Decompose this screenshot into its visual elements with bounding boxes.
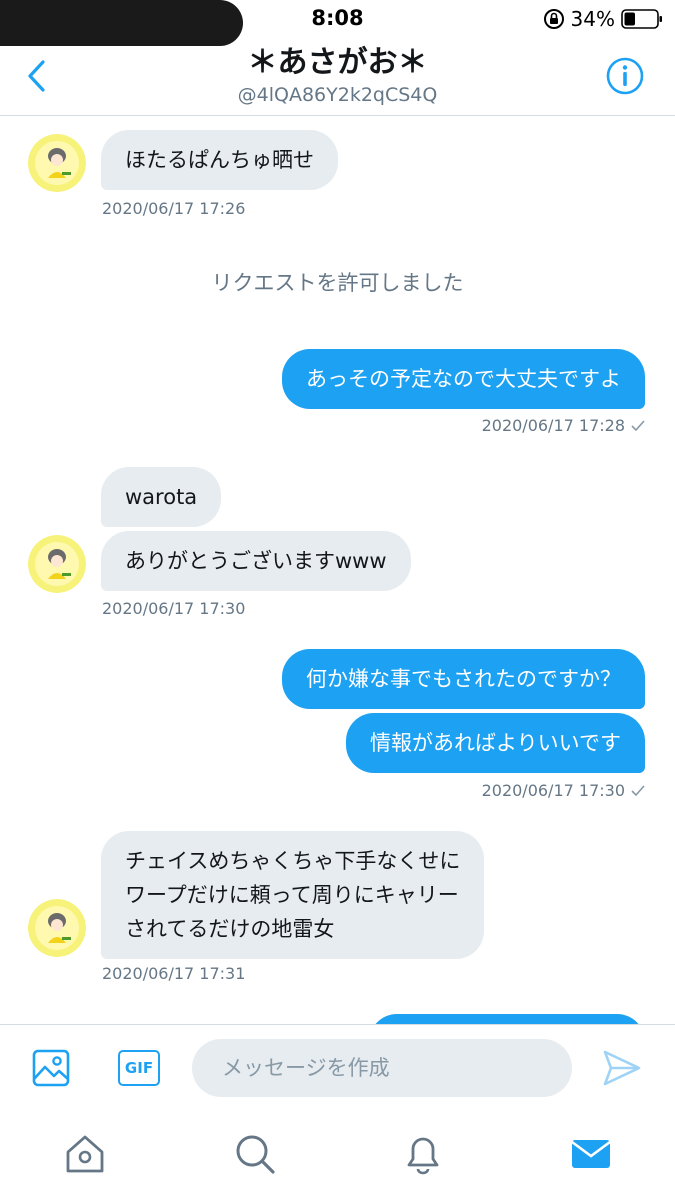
message-timestamp: 2020/06/17 17:30 — [102, 599, 246, 618]
conversation-title: ＊あさがお＊ — [247, 45, 428, 80]
message-bubble-outgoing[interactable]: 何か嫌な事でもされたのですか？ — [282, 649, 645, 709]
message-bubble-incoming[interactable]: ほたるぱんちゅ晒せ — [101, 130, 338, 190]
avatar-image — [28, 134, 86, 192]
conversation-header: ＊あさがお＊ @4lQA86Y2k2qCS4Q — [0, 40, 675, 116]
image-icon[interactable] — [32, 1049, 70, 1087]
message-timestamp-outgoing: 2020/06/17 17:28 — [482, 416, 645, 435]
conversation-handle: @4lQA86Y2k2qCS4Q — [237, 84, 438, 106]
system-message: リクエストを許可しました — [211, 271, 464, 295]
message-line: チェイスめちゃくちゃ下手なくせに — [125, 849, 461, 873]
avatar[interactable] — [28, 134, 86, 192]
message-input[interactable] — [192, 1039, 572, 1097]
message-list[interactable]: ほたるぱんちゅ晒せ 2020/06/17 17:26 リクエストを許可しました … — [0, 117, 675, 1024]
avatar-image — [28, 899, 86, 957]
conversation-title-block[interactable]: ＊あさがお＊ @4lQA86Y2k2qCS4Q — [0, 44, 675, 108]
avatar[interactable] — [28, 535, 86, 593]
status-right: 34% — [543, 6, 663, 32]
rotation-lock-icon — [543, 9, 564, 29]
message-bubble-outgoing[interactable]: あっその予定なので大丈夫ですよ — [282, 349, 645, 409]
home-icon[interactable] — [63, 1132, 107, 1176]
message-line: ワープだけに頼って周りにキャリー — [125, 883, 459, 907]
mail-icon[interactable] — [569, 1132, 613, 1176]
battery-percent: 34% — [570, 7, 615, 31]
avatar[interactable] — [28, 899, 86, 957]
avatar-image — [28, 535, 86, 593]
info-icon[interactable] — [605, 56, 645, 96]
gif-label: GIF — [124, 1059, 154, 1077]
gif-icon[interactable]: GIF — [118, 1050, 160, 1086]
send-icon[interactable] — [602, 1049, 642, 1087]
check-icon — [631, 419, 645, 431]
message-timestamp-outgoing: 2020/06/17 17:30 — [482, 781, 645, 800]
status-bar: 8:08 34% — [0, 0, 675, 46]
message-bubble-incoming[interactable]: warota — [101, 467, 222, 527]
timestamp-text: 2020/06/17 17:30 — [481, 781, 625, 800]
message-bubble-outgoing-partial[interactable] — [369, 1014, 645, 1024]
message-timestamp: 2020/06/17 17:26 — [102, 199, 246, 218]
message-line: されてるだけの地雷女 — [125, 917, 335, 941]
bottom-tab-bar — [0, 1114, 675, 1200]
message-bubble-incoming[interactable]: ありがとうございますwww — [101, 531, 411, 591]
message-bubble-incoming[interactable]: チェイスめちゃくちゃ下手なくせに ワープだけに頼って周りにキャリー されてるだけ… — [101, 831, 485, 959]
bell-icon[interactable] — [401, 1132, 445, 1176]
message-timestamp: 2020/06/17 17:31 — [102, 964, 246, 983]
message-bubble-outgoing[interactable]: 情報があればよりいいです — [346, 713, 645, 773]
battery-icon — [621, 9, 662, 29]
search-icon[interactable] — [233, 1132, 277, 1176]
timestamp-text: 2020/06/17 17:28 — [481, 416, 625, 435]
check-icon — [631, 784, 645, 796]
message-composer: GIF — [0, 1024, 675, 1114]
